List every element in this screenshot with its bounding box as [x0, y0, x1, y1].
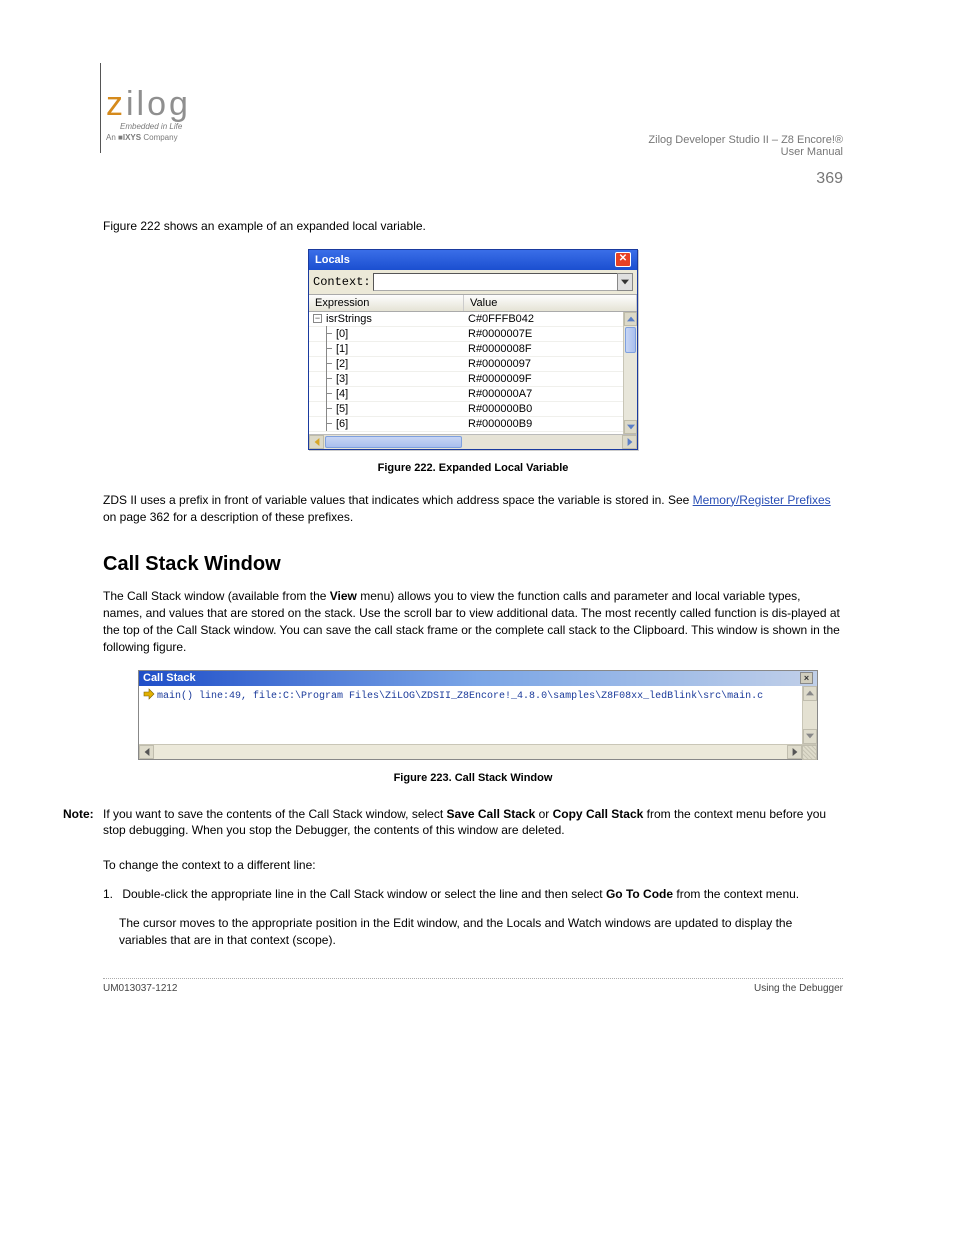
root-name: isrStrings [326, 313, 372, 325]
context-label: Context: [313, 275, 371, 289]
scroll-right-button[interactable] [787, 745, 802, 759]
tree-branch-icon [321, 371, 332, 386]
current-frame-arrow-icon [143, 688, 155, 700]
tree-branch-icon [321, 326, 332, 341]
close-icon[interactable]: ✕ [615, 252, 631, 267]
locals-titlebar[interactable]: Locals ✕ [309, 250, 637, 270]
tree-child-row[interactable]: [4]R#000000A7 [309, 387, 623, 402]
callstack-titlebar[interactable]: Call Stack × [139, 671, 817, 686]
root-value: C#0FFFB042 [464, 313, 623, 325]
procedure-result: The cursor moves to the appropriate posi… [119, 915, 843, 949]
logo-tagline: Embedded in Life [120, 122, 843, 131]
chevron-down-icon [806, 733, 814, 739]
tree-child-row[interactable]: [5]R#000000B0 [309, 402, 623, 417]
scroll-thumb[interactable] [625, 327, 636, 353]
column-value[interactable]: Value [464, 295, 637, 311]
figure-222-caption: Figure 222. Expanded Local Variable [103, 462, 843, 474]
page-number: 369 [816, 170, 843, 187]
tree-branch-icon [321, 356, 332, 371]
procedure-step: 1. Double-click the appropriate line in … [103, 886, 843, 903]
scroll-track[interactable] [154, 745, 787, 759]
page-header: Zilog Developer Studio II – Z8 Encore!® … [103, 134, 843, 188]
footer-section: Using the Debugger [754, 983, 843, 994]
tree-child-row[interactable]: [2]R#00000097 [309, 357, 623, 372]
scroll-thumb[interactable] [325, 436, 462, 448]
tree-root-row[interactable]: − isrStrings C#0FFFB042 [309, 312, 623, 327]
chevron-down-icon [621, 279, 629, 285]
resize-grip-icon[interactable] [802, 745, 817, 760]
prefix-note: ZDS II uses a prefix in front of variabl… [103, 492, 843, 526]
collapse-icon[interactable]: − [313, 314, 322, 323]
chevron-right-icon [627, 438, 633, 446]
vertical-scrollbar[interactable] [802, 686, 817, 744]
locals-columns-header: Expression Value [309, 294, 637, 312]
context-dropdown-button[interactable] [617, 273, 633, 291]
footer-doc-number: UM013037-1212 [103, 983, 178, 994]
tree-branch-icon [321, 401, 332, 416]
scroll-down-button[interactable] [803, 729, 817, 744]
callstack-window: Call Stack × main() line:49, file:C:\Pro… [138, 670, 818, 760]
chevron-right-icon [792, 748, 798, 756]
note-label: Note: [63, 806, 94, 823]
note-block: Note: If you want to save the contents o… [103, 806, 843, 840]
locals-title-text: Locals [315, 254, 350, 266]
scroll-right-button[interactable] [622, 435, 637, 449]
chevron-up-icon [627, 316, 635, 322]
intro-text: Figure 222 shows an example of an expand… [103, 218, 843, 235]
tree-child-row[interactable]: [3]R#0000009F [309, 372, 623, 387]
tree-child-row[interactable]: [0]R#0000007E [309, 327, 623, 342]
tree-branch-icon [321, 386, 332, 401]
close-icon[interactable]: × [800, 672, 813, 684]
callstack-title-text: Call Stack [143, 672, 196, 684]
scroll-down-button[interactable] [624, 420, 637, 434]
callstack-content[interactable]: main() line:49, file:C:\Program Files\Zi… [139, 686, 802, 744]
context-input[interactable] [373, 273, 618, 291]
scroll-left-button[interactable] [139, 745, 154, 759]
tree-child-row[interactable]: [6]R#000000B9 [309, 417, 623, 432]
vertical-scrollbar[interactable] [623, 312, 637, 434]
scroll-up-button[interactable] [624, 312, 637, 326]
tree-branch-icon [321, 416, 332, 431]
column-expression[interactable]: Expression [309, 295, 464, 311]
chevron-up-icon [806, 690, 814, 696]
memory-prefixes-link[interactable]: Memory/Register Prefixes [693, 493, 831, 507]
locals-window: Locals ✕ Context: Expression Value − isr… [308, 249, 638, 450]
tree-child-row[interactable]: [1]R#0000008F [309, 342, 623, 357]
procedure-intro: To change the context to a different lin… [103, 857, 843, 874]
horizontal-scrollbar[interactable] [309, 434, 637, 449]
callstack-paragraph: The Call Stack window (available from th… [103, 588, 843, 655]
figure-223-caption: Figure 223. Call Stack Window [103, 772, 843, 784]
callstack-line: main() line:49, file:C:\Program Files\Zi… [157, 691, 763, 702]
scroll-left-button[interactable] [309, 435, 324, 449]
locals-rows: − isrStrings C#0FFFB042 [0]R#0000007E [1… [309, 312, 623, 434]
chevron-left-icon [144, 748, 150, 756]
horizontal-scrollbar[interactable] [139, 744, 817, 759]
tree-branch-icon [321, 341, 332, 356]
chevron-down-icon [627, 424, 635, 430]
logo-wordmark: zilog [106, 85, 843, 124]
callstack-heading: Call Stack Window [103, 553, 843, 576]
scroll-up-button[interactable] [803, 686, 817, 701]
chevron-left-icon [314, 438, 320, 446]
